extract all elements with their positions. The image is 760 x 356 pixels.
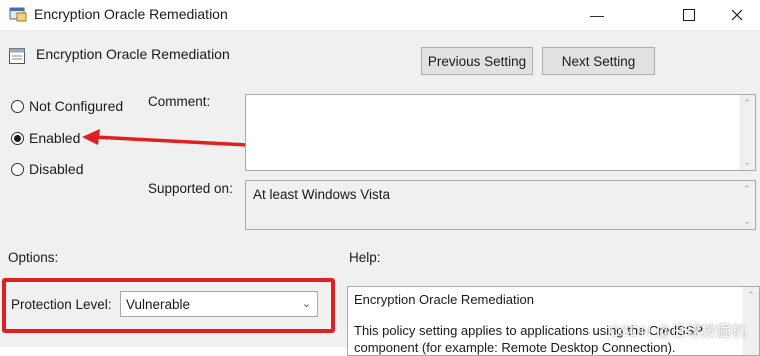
radio-button-selected[interactable] [11, 131, 24, 145]
radio-label: Disabled [29, 161, 84, 177]
supported-on-box: At least Windows Vista ⌃ ⌄ [245, 180, 756, 230]
help-label: Help: [349, 250, 381, 265]
supported-scrollbar[interactable]: ⌃ ⌄ [739, 181, 755, 229]
watermark: CSDN @日球按掘机 [609, 323, 746, 340]
scroll-up-icon[interactable]: ⌃ [742, 98, 752, 108]
radio-label: Enabled [29, 130, 81, 146]
comment-scrollbar[interactable]: ⌃ ⌄ [739, 95, 755, 170]
maximize-button[interactable] [666, 0, 712, 30]
radio-enabled[interactable]: Enabled [11, 130, 80, 146]
scroll-down-icon[interactable]: ⌄ [742, 216, 752, 226]
radio-disabled[interactable]: Disabled [11, 161, 83, 177]
comment-textarea[interactable]: ⌃ ⌄ [245, 94, 756, 171]
close-button[interactable] [714, 0, 760, 30]
options-label: Options: [8, 250, 59, 265]
supported-on-label: Supported on: [148, 181, 233, 196]
help-title: Encryption Oracle Remediation [354, 292, 534, 307]
radio-label: Not Configured [29, 98, 124, 114]
radio-button[interactable] [11, 162, 24, 176]
next-setting-button[interactable]: Next Setting [542, 47, 655, 75]
previous-setting-button[interactable]: Previous Setting [421, 47, 533, 75]
scroll-up-icon[interactable]: ⌃ [746, 290, 756, 300]
setting-title: Encryption Oracle Remediation [36, 46, 230, 62]
scroll-down-icon[interactable]: ⌄ [742, 157, 752, 167]
close-icon [731, 9, 743, 21]
annotation-highlight-box [2, 278, 335, 333]
setting-icon [8, 47, 26, 65]
annotation-arrow [82, 129, 267, 148]
radio-button[interactable] [11, 99, 24, 113]
help-text-2: component (for example: Remote Desktop C… [354, 340, 676, 355]
minimize-icon: — [590, 7, 604, 23]
minimize-button[interactable]: — [574, 0, 620, 30]
supported-on-value: At least Windows Vista [253, 187, 391, 202]
window-title: Encryption Oracle Remediation [34, 6, 228, 22]
maximize-icon [683, 9, 695, 21]
scroll-up-icon[interactable]: ⌃ [742, 184, 752, 194]
comment-label: Comment: [148, 94, 211, 109]
radio-not-configured[interactable]: Not Configured [11, 98, 123, 114]
group-policy-icon [9, 6, 27, 22]
